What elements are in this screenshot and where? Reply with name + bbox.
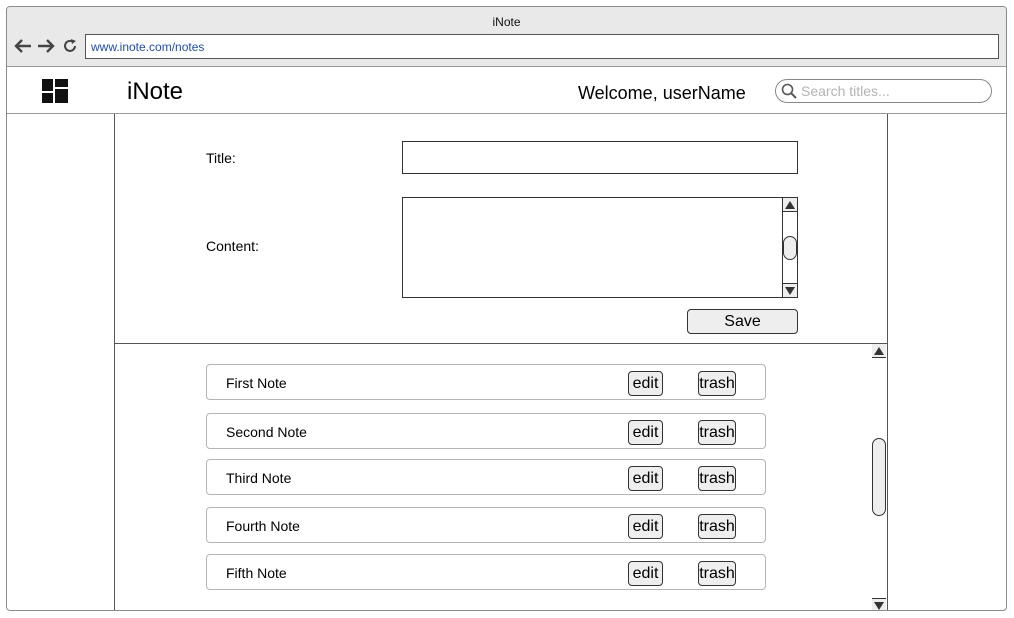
- trash-button[interactable]: trash: [698, 371, 736, 396]
- browser-window: iNote www.inote.com/notes iNote Welcome,…: [6, 6, 1007, 611]
- trash-button[interactable]: trash: [698, 466, 736, 491]
- window-title: iNote: [492, 15, 521, 29]
- scroll-thumb[interactable]: [783, 236, 797, 260]
- app-header: iNote Welcome, userName: [7, 67, 1006, 114]
- browser-chrome: iNote www.inote.com/notes: [7, 7, 1006, 67]
- scroll-down-icon[interactable]: [783, 283, 797, 297]
- search-box[interactable]: [775, 79, 992, 103]
- reload-icon[interactable]: [60, 37, 80, 55]
- notes-scrollbar[interactable]: [872, 344, 887, 610]
- dashboard-grid-icon[interactable]: [42, 79, 68, 103]
- content-textarea-box[interactable]: [402, 197, 798, 298]
- content-textarea[interactable]: [403, 198, 783, 297]
- edit-button[interactable]: edit: [628, 371, 663, 396]
- note-form: Title: Content: Save: [115, 114, 887, 344]
- list-item: Third Note edit trash: [206, 459, 766, 495]
- trash-button[interactable]: trash: [698, 420, 736, 445]
- brand-title: iNote: [127, 78, 184, 105]
- main-panel: Title: Content: Save First Note edit tra…: [114, 114, 888, 610]
- trash-button[interactable]: trash: [698, 514, 736, 539]
- title-input[interactable]: [402, 141, 798, 174]
- content-scrollbar[interactable]: [782, 198, 797, 297]
- title-label: Title:: [206, 150, 236, 166]
- url-bar[interactable]: www.inote.com/notes: [85, 34, 999, 59]
- content-label: Content:: [206, 238, 259, 254]
- note-title[interactable]: Fifth Note: [226, 565, 287, 581]
- scroll-up-icon[interactable]: [783, 198, 797, 212]
- note-title[interactable]: Second Note: [226, 424, 307, 440]
- search-input[interactable]: [801, 83, 981, 99]
- edit-button[interactable]: edit: [628, 420, 663, 445]
- save-button[interactable]: Save: [687, 309, 798, 334]
- scroll-thumb[interactable]: [872, 438, 886, 516]
- note-title[interactable]: First Note: [226, 375, 287, 391]
- welcome-message: Welcome, userName: [578, 83, 746, 103]
- arrow-right-icon[interactable]: [36, 37, 56, 55]
- arrow-left-icon[interactable]: [13, 37, 33, 55]
- trash-button[interactable]: trash: [698, 561, 736, 586]
- list-item: Fifth Note edit trash: [206, 554, 766, 590]
- scroll-down-icon[interactable]: [872, 598, 886, 610]
- search-icon: [781, 83, 797, 104]
- list-item: Fourth Note edit trash: [206, 507, 766, 543]
- edit-button[interactable]: edit: [628, 466, 663, 491]
- edit-button[interactable]: edit: [628, 514, 663, 539]
- note-title[interactable]: Third Note: [226, 470, 291, 486]
- note-title[interactable]: Fourth Note: [226, 518, 300, 534]
- scroll-up-icon[interactable]: [872, 344, 886, 358]
- list-item: Second Note edit trash: [206, 413, 766, 449]
- list-item: First Note edit trash: [206, 364, 766, 400]
- edit-button[interactable]: edit: [628, 561, 663, 586]
- notes-scroll-track[interactable]: [872, 344, 887, 610]
- notes-list: First Note edit trash Second Note edit t…: [115, 344, 887, 610]
